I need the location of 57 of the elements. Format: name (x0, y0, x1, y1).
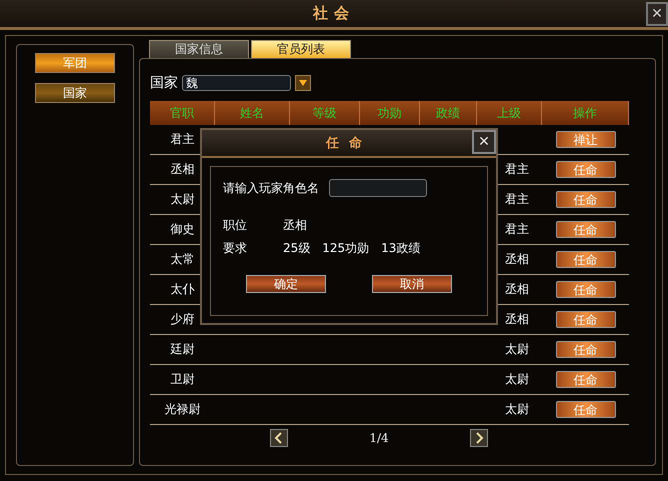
appoint-button[interactable]: 任命 (556, 401, 616, 418)
close-button[interactable]: ✕ (472, 130, 496, 154)
appoint-button[interactable]: 任命 (556, 371, 616, 388)
column-header: 操作 (542, 101, 629, 125)
column-header: 政绩 (420, 101, 477, 125)
field-value: 25级 125功勋 13政绩 (283, 240, 420, 257)
table-cell: 君主 (505, 222, 529, 236)
appoint-button[interactable]: 任命 (556, 281, 616, 298)
table-cell: 太尉 (505, 402, 529, 416)
appoint-button[interactable]: 任命 (556, 221, 616, 238)
appoint-button[interactable]: 任命 (556, 311, 616, 328)
table-cell-text: 君主 (170, 131, 196, 148)
dialog-button[interactable]: 确定 (246, 275, 326, 293)
window-title: 社会 (313, 4, 355, 23)
previous-page-icon[interactable] (270, 429, 288, 447)
field-label: 职位 (223, 217, 248, 234)
column-header: 姓名 (215, 101, 290, 125)
table-cell-text: 光禄尉 (164, 401, 202, 418)
column-header: 官职 (150, 101, 215, 125)
page-indicator: 1/4 (368, 431, 390, 445)
sidebar-button[interactable]: 国家 (35, 83, 115, 103)
table-cell: 太尉 (505, 342, 529, 356)
table-cell: 太尉 (505, 372, 529, 386)
sidebar-button[interactable]: 军团 (35, 53, 115, 73)
table-cell: 君主 (505, 192, 529, 206)
country-label: 国家 (150, 74, 178, 92)
country-dropdown[interactable]: 魏 (182, 75, 291, 91)
table-cell: 丞相 (505, 282, 529, 296)
column-header: 等级 (290, 101, 360, 125)
table-cell-text: 御史 (170, 221, 196, 238)
appoint-button[interactable]: 任命 (556, 161, 616, 178)
appoint-button[interactable]: 任命 (556, 251, 616, 268)
input-label: 请输入玩家角色名 (223, 180, 319, 196)
dialog-title: 任命 (326, 135, 372, 152)
table-cell-text: 卫尉 (170, 371, 196, 388)
column-header: 功勋 (360, 101, 420, 125)
table-cell: 君主 (505, 162, 529, 176)
table-cell: 丞相 (505, 252, 529, 266)
input-field[interactable] (329, 179, 427, 197)
field-value: 丞相 (283, 217, 307, 234)
table-cell-text: 少府 (170, 311, 196, 328)
table-cell-text: 太尉 (170, 191, 196, 208)
tab[interactable]: 国家信息 (149, 40, 249, 58)
column-header: 上级 (477, 101, 542, 125)
table-cell: 丞相 (505, 312, 529, 326)
appoint-button[interactable]: 禅让 (556, 131, 616, 148)
table-cell-text: 太常 (170, 251, 196, 268)
table-cell-text: 丞相 (170, 161, 196, 178)
next-page-icon[interactable] (470, 429, 488, 447)
appoint-button[interactable]: 任命 (556, 191, 616, 208)
table-cell-text: 太仆 (170, 281, 196, 298)
appoint-button[interactable]: 任命 (556, 341, 616, 358)
close-button[interactable]: ✕ (646, 2, 668, 26)
tab[interactable]: 官员列表 (251, 40, 351, 58)
dialog-button[interactable]: 取消 (372, 275, 452, 293)
field-label: 要求 (223, 240, 248, 257)
table-cell-text: 廷尉 (170, 341, 196, 358)
